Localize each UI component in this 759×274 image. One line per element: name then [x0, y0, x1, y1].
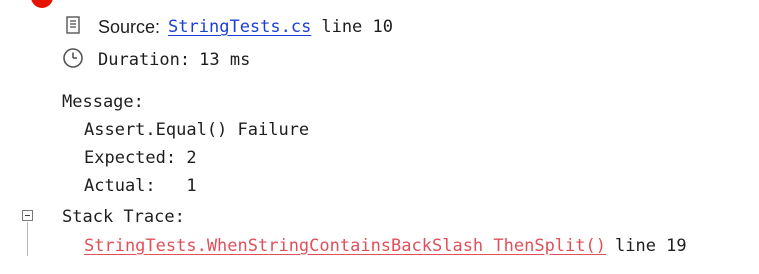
fail-status-icon [31, 0, 53, 8]
stack-trace-label: Stack Trace: [62, 207, 185, 227]
collapse-icon[interactable] [22, 210, 33, 221]
duration-value: 13 ms [199, 50, 251, 70]
stack-frame-row: StringTests.WhenStringContainsBackSlash … [84, 235, 687, 257]
clipped-heading-fragment [62, 0, 662, 2]
source-line-number: line 10 [321, 17, 393, 37]
tree-guide-line [27, 222, 28, 256]
stack-frame-line-number: line 19 [614, 236, 687, 256]
message-line: Actual: 1 [84, 176, 197, 196]
source-label: Source: [98, 16, 161, 37]
source-file-link[interactable]: StringTests.cs [168, 17, 311, 37]
duration-label: Duration: [98, 50, 191, 70]
message-label: Message: [62, 92, 144, 112]
stack-frame-link[interactable]: StringTests.WhenStringContainsBackSlash … [84, 236, 606, 256]
source-row: Source: StringTests.cs line 10 [66, 14, 393, 40]
message-line: Assert.Equal() Failure [84, 120, 310, 140]
source-file-icon [66, 15, 88, 39]
message-line: Expected: 2 [84, 148, 197, 168]
clock-icon [62, 47, 88, 73]
duration-row: Duration: 13 ms [62, 47, 250, 73]
